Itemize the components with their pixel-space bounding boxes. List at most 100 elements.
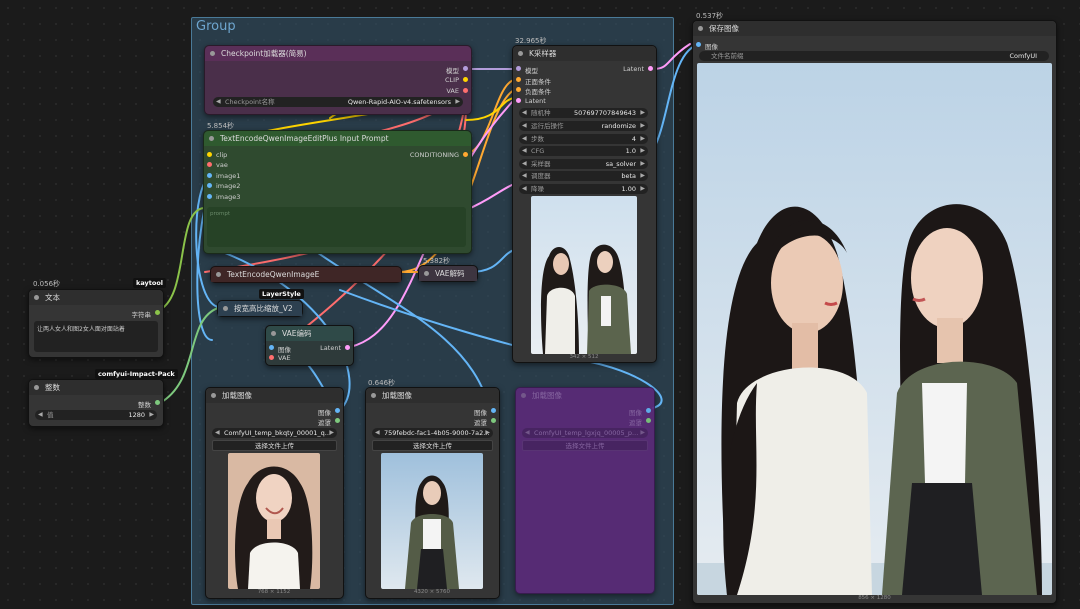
port-dot-icon: [491, 408, 496, 413]
load2-output-mask[interactable]: 遮罩: [474, 417, 496, 427]
load-image-1-header[interactable]: 加载图像: [206, 388, 343, 403]
vae-encode-output-latent[interactable]: Latent: [320, 344, 350, 352]
vae-encode-input-vae[interactable]: VAE: [269, 354, 291, 362]
ksampler-header[interactable]: K采样器: [513, 46, 656, 61]
widget-cfg[interactable]: ◀ CFG 1.0 ▶: [519, 146, 648, 156]
checkpoint-name-widget[interactable]: ◀ Checkpoint名称 Qwen-Rapid-AIO-v4.safeten…: [213, 97, 463, 107]
standing-woman-art: [381, 453, 483, 589]
load1-output-image-label: 图像: [318, 409, 331, 417]
load3-upload-button[interactable]: 选择文件上传: [522, 440, 648, 451]
integer-node-title: 整数: [45, 383, 60, 392]
textencode-header[interactable]: TextEncodeQwenImageE: [211, 267, 401, 282]
integer-output[interactable]: 整数: [138, 399, 160, 409]
ks-input-negative[interactable]: 负面条件: [516, 86, 551, 96]
port-dot-icon: [207, 183, 212, 188]
filename-prefix-widget[interactable]: 文件名前缀 ComfyUI: [699, 51, 1049, 61]
ks-input-latent-label: Latent: [525, 97, 546, 105]
integer-node-header[interactable]: 整数: [29, 380, 163, 395]
integer-node[interactable]: 整数 整数 ◀ 值 1280 ▶: [28, 379, 164, 427]
widget-seed[interactable]: ◀ 随机种 507697707849643 ▶: [519, 108, 648, 118]
load-image-3-header[interactable]: 加载图像: [516, 388, 654, 403]
vae-encode-title: VAE编码: [282, 329, 312, 338]
output-vae[interactable]: VAE: [446, 87, 468, 95]
load3-output-mask-label: 遮罩: [629, 419, 642, 427]
save-input-image[interactable]: 图像: [696, 41, 718, 51]
widget-seed-value: 507697707849643: [573, 109, 636, 117]
triangle-right-icon: ▶: [640, 172, 645, 179]
load1-upload-button[interactable]: 选择文件上传: [212, 440, 337, 451]
ks-input-positive[interactable]: 正面条件: [516, 76, 551, 86]
load3-output-image[interactable]: 图像: [629, 407, 651, 417]
scale-node-header[interactable]: 按宽高比缩放_V2: [218, 301, 302, 316]
port-dot-icon: [463, 77, 468, 82]
widget-steps[interactable]: ◀ 步数 4 ▶: [519, 134, 648, 144]
two-women-output-art: [697, 63, 1052, 595]
vae-encode-input-image[interactable]: 图像: [269, 344, 291, 354]
load2-output-image[interactable]: 图像: [474, 407, 496, 417]
port-dot-icon: [463, 66, 468, 71]
prompt-textarea[interactable]: prompt: [207, 207, 466, 247]
textencode-plus-node[interactable]: TextEncodeQwenImageEditPlus Input Prompt…: [203, 130, 472, 254]
vae-encode-node[interactable]: VAE编码 图像 VAE Latent: [265, 325, 354, 366]
save-image-header[interactable]: 保存图像: [693, 21, 1056, 36]
smiling-woman-art: [228, 453, 320, 589]
ks-output-latent-label: Latent: [623, 65, 644, 73]
input-image1[interactable]: image1: [207, 172, 240, 180]
output-conditioning[interactable]: CONDITIONING: [410, 151, 468, 159]
textencode-node[interactable]: TextEncodeQwenImageE: [210, 266, 402, 283]
triangle-right-icon: ▶: [640, 135, 645, 142]
checkpoint-loader-header[interactable]: Checkpoint加载器(简易): [205, 46, 471, 61]
save-image-title: 保存图像: [709, 24, 739, 33]
ks-input-latent[interactable]: Latent: [516, 97, 546, 105]
port-dot-icon: [269, 345, 274, 350]
save-input-image-label: 图像: [705, 43, 718, 51]
textencode-plus-header[interactable]: TextEncodeQwenImageEditPlus Input Prompt: [204, 131, 471, 146]
load-image-1-node[interactable]: 加载图像 图像 遮罩 ◀ ComfyUI_temp_bkqty_00001_q.…: [205, 387, 344, 599]
load2-image-widget[interactable]: ◀ 759febdc-fac1-4b05-9000-7a2... ▶: [372, 428, 493, 438]
load1-preview-image: [228, 453, 320, 589]
scale-node[interactable]: 按宽高比缩放_V2: [217, 300, 303, 317]
ksampler-node[interactable]: K采样器 模型 正面条件 负面条件 Latent Latent ◀ 随机种 5076…: [512, 45, 657, 363]
checkpoint-loader-node[interactable]: Checkpoint加载器(简易) 模型 CLIP VAE ◀ Checkpoi…: [204, 45, 472, 115]
ks-input-model[interactable]: 模型: [516, 65, 538, 75]
input-vae[interactable]: vae: [207, 161, 228, 169]
load1-image-widget[interactable]: ◀ ComfyUI_temp_bkqty_00001_q... ▶: [212, 428, 337, 438]
load3-output-mask[interactable]: 遮罩: [629, 417, 651, 427]
load2-upload-button[interactable]: 选择文件上传: [372, 440, 493, 451]
triangle-right-icon: ▶: [640, 429, 645, 436]
load-image-2-node[interactable]: 加载图像 图像 遮罩 ◀ 759febdc-fac1-4b05-9000-7a2…: [365, 387, 500, 599]
input-clip[interactable]: clip: [207, 151, 227, 159]
vae-encode-header[interactable]: VAE编码: [266, 326, 353, 341]
load2-dims: 4320 × 5760: [413, 589, 451, 595]
ks-input-positive-label: 正面条件: [525, 78, 551, 86]
text-node[interactable]: 文本 字符串 让两人女人和图2女人面对面站着: [28, 289, 164, 358]
widget-sampler[interactable]: ◀ 采样器 sa_solver ▶: [519, 159, 648, 169]
vae-encode-input-image-label: 图像: [278, 346, 291, 354]
widget-scheduler[interactable]: ◀ 调度器 beta ▶: [519, 171, 648, 181]
two-women-preview-art: [531, 196, 637, 354]
vae-decode-header[interactable]: VAE解码: [419, 266, 477, 281]
port-dot-icon: [207, 152, 212, 157]
integer-value-widget[interactable]: ◀ 值 1280 ▶: [35, 410, 157, 420]
load3-image-widget[interactable]: ◀ ComfyUI_temp_lgxjq_00005_p... ▶: [522, 428, 648, 438]
output-model[interactable]: 模型: [446, 65, 468, 75]
text-content-area[interactable]: 让两人女人和图2女人面对面站着: [34, 321, 158, 352]
widget-control-after-label: 运行后操作: [531, 122, 564, 130]
save-image-node[interactable]: 保存图像 图像 文件名前缀 ComfyUI 856 × 1280: [692, 20, 1057, 604]
widget-denoise[interactable]: ◀ 降噪 1.00 ▶: [519, 184, 648, 194]
load1-output-image[interactable]: 图像: [318, 407, 340, 417]
text-node-header[interactable]: 文本: [29, 290, 163, 305]
widget-control-after[interactable]: ◀ 运行后操作 randomize ▶: [519, 121, 648, 131]
integer-output-label: 整数: [138, 401, 151, 409]
input-image3[interactable]: image3: [207, 193, 240, 201]
input-image2[interactable]: image2: [207, 182, 240, 190]
port-dot-icon: [646, 418, 651, 423]
output-clip[interactable]: CLIP: [445, 76, 468, 84]
load1-output-mask[interactable]: 遮罩: [318, 417, 340, 427]
widget-sampler-label: 采样器: [531, 160, 551, 168]
load-image-3-node[interactable]: 加载图像 图像 遮罩 ◀ ComfyUI_temp_lgxjq_00005_p.…: [515, 387, 655, 594]
text-output-string[interactable]: 字符串: [132, 309, 160, 319]
vae-decode-node[interactable]: VAE解码: [418, 265, 478, 282]
load-image-2-header[interactable]: 加载图像: [366, 388, 499, 403]
ks-output-latent[interactable]: Latent: [623, 65, 653, 73]
